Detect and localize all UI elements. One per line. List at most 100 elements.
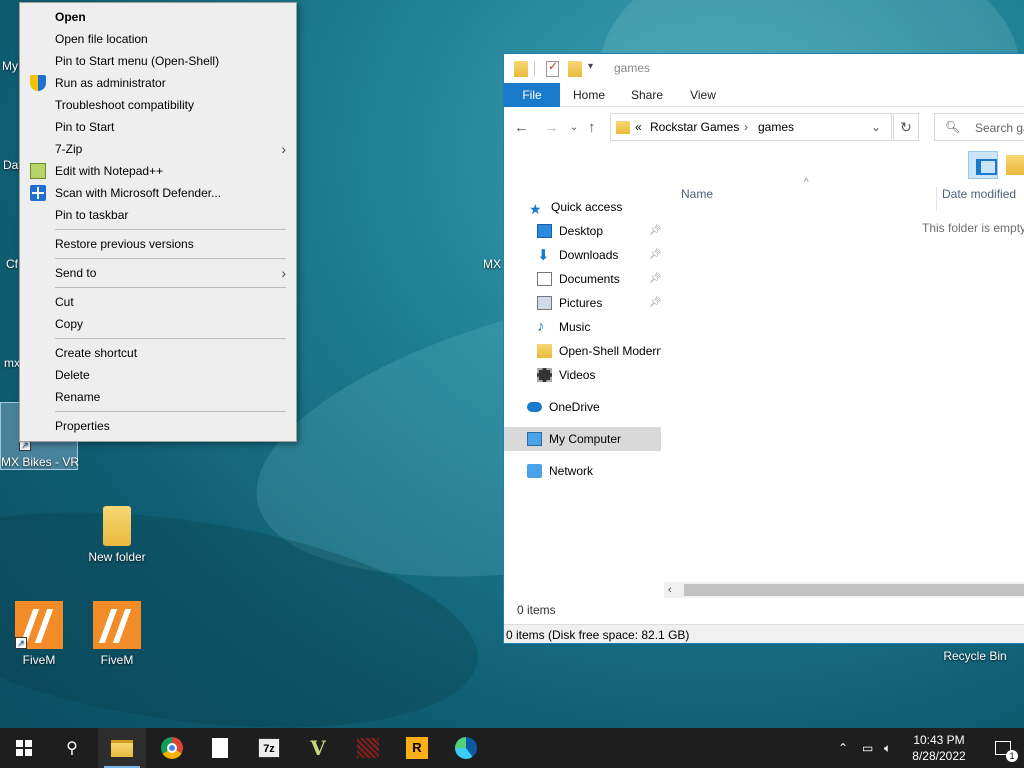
desktop-icon-new-folder[interactable]: New folder bbox=[78, 506, 156, 564]
nav-my-computer[interactable]: My Computer bbox=[527, 427, 657, 451]
menu-item-open[interactable]: Open bbox=[20, 6, 296, 28]
horizontal-scrollbar[interactable]: ‹ bbox=[664, 582, 1024, 598]
details-pane-button[interactable] bbox=[1006, 155, 1024, 175]
menu-item-properties[interactable]: Properties bbox=[20, 415, 296, 437]
nav-label: Pictures bbox=[559, 296, 603, 310]
tab-home[interactable]: Home bbox=[564, 83, 614, 107]
menu-item-delete[interactable]: Delete bbox=[20, 364, 296, 386]
column-divider[interactable] bbox=[936, 187, 937, 211]
refresh-button[interactable]: ↻ bbox=[893, 113, 919, 141]
taskbar-edge[interactable] bbox=[442, 728, 490, 768]
nav-downloads[interactable]: ⬇ Downloads 📌︎ bbox=[537, 243, 662, 267]
seven-zip-icon: 7z bbox=[258, 738, 280, 758]
preview-pane-button[interactable] bbox=[968, 151, 998, 179]
column-header-name[interactable]: Name bbox=[681, 187, 713, 201]
address-bar[interactable]: « Rockstar Games › games ⌄ bbox=[610, 113, 892, 141]
recent-locations-chevron-icon[interactable]: ⌄ bbox=[570, 122, 578, 133]
scroll-left-icon[interactable]: ‹ bbox=[668, 582, 672, 598]
edge-icon bbox=[455, 737, 477, 759]
clock[interactable]: 10:43 PM 8/28/2022 bbox=[900, 732, 978, 764]
menu-item-7zip[interactable]: 7-Zip › bbox=[20, 138, 296, 160]
breadcrumb-rockstar-games[interactable]: Rockstar Games bbox=[650, 120, 739, 134]
nav-label: Open-Shell Modern bbox=[559, 344, 661, 358]
menu-item-pin-start-open-shell[interactable]: Pin to Start menu (Open-Shell) bbox=[20, 50, 296, 72]
address-dropdown-chevron-icon[interactable]: ⌄ bbox=[871, 120, 881, 134]
star-icon: ★ bbox=[529, 201, 542, 217]
nav-desktop[interactable]: Desktop 📌︎ bbox=[537, 219, 662, 243]
nav-label: Documents bbox=[559, 272, 620, 286]
menu-item-send-to[interactable]: Send to › bbox=[20, 262, 296, 284]
gta-v-icon: V bbox=[310, 736, 326, 760]
menu-item-pin-to-taskbar[interactable]: Pin to taskbar bbox=[20, 204, 296, 226]
column-header-date-modified[interactable]: Date modified bbox=[942, 187, 1016, 201]
title-bar[interactable]: ▾ games bbox=[504, 54, 1024, 83]
context-menu: Open Open file location Pin to Start men… bbox=[19, 2, 297, 442]
volume-tray-button[interactable]: 🔈︎ bbox=[884, 728, 891, 768]
menu-item-label: Open bbox=[55, 10, 86, 24]
back-arrow-icon[interactable]: ← bbox=[514, 119, 529, 136]
music-icon: ♪ bbox=[537, 318, 545, 335]
desktop-icon bbox=[537, 224, 552, 238]
search-input[interactable]: 🔍︎ Search ga bbox=[934, 113, 1024, 141]
clock-time: 10:43 PM bbox=[913, 733, 965, 747]
action-center-button[interactable]: 1 bbox=[982, 728, 1024, 768]
folder-icon bbox=[616, 121, 630, 134]
menu-item-run-as-admin[interactable]: Run as administrator bbox=[20, 72, 296, 94]
nav-quick-access[interactable]: ★ Quick access bbox=[529, 195, 659, 219]
file-explorer-icon bbox=[111, 739, 133, 757]
menu-item-rename[interactable]: Rename bbox=[20, 386, 296, 408]
menu-item-label: Pin to Start menu (Open-Shell) bbox=[55, 54, 220, 68]
menu-item-troubleshoot[interactable]: Troubleshoot compatibility bbox=[20, 94, 296, 116]
fivem-icon: ↗ bbox=[15, 601, 63, 649]
nav-open-shell-modern[interactable]: Open-Shell Modern bbox=[537, 339, 661, 363]
start-button[interactable] bbox=[0, 728, 48, 768]
desktop-icon-label: Recycle Bin bbox=[943, 649, 1007, 663]
taskbar-file-explorer[interactable] bbox=[98, 728, 146, 768]
taskbar-gta-v[interactable]: V bbox=[294, 728, 342, 768]
uac-shield-icon bbox=[30, 75, 46, 91]
nav-music[interactable]: ♪ Music bbox=[537, 315, 661, 339]
menu-item-edit-notepad[interactable]: Edit with Notepad++ bbox=[20, 160, 296, 182]
desktop-icon-label-partial: MX bbox=[483, 257, 501, 271]
tab-share[interactable]: Share bbox=[622, 83, 672, 107]
new-folder-quick-icon[interactable] bbox=[568, 61, 582, 77]
taskbar-rockstar-launcher[interactable]: R bbox=[393, 728, 441, 768]
customize-toolbar-icon[interactable]: ▾ bbox=[588, 61, 593, 77]
nav-videos[interactable]: Videos bbox=[537, 363, 661, 387]
taskbar-7zip[interactable]: 7z bbox=[245, 728, 293, 768]
show-hidden-icons-button[interactable]: ⌃ bbox=[838, 728, 848, 768]
nav-pictures[interactable]: Pictures 📌︎ bbox=[537, 291, 662, 315]
forward-arrow-icon[interactable]: → bbox=[544, 119, 559, 136]
menu-item-label: Open file location bbox=[55, 32, 148, 46]
nav-label: Music bbox=[559, 320, 591, 334]
nav-label: Videos bbox=[559, 368, 596, 382]
menu-item-cut[interactable]: Cut bbox=[20, 291, 296, 313]
nav-onedrive[interactable]: OneDrive bbox=[527, 395, 657, 419]
desktop-icon-fivem[interactable]: ↗ FiveM bbox=[0, 601, 78, 667]
nav-documents[interactable]: Documents 📌︎ bbox=[537, 267, 662, 291]
pin-icon: 📌︎ bbox=[649, 249, 662, 260]
search-button[interactable]: ⚲ bbox=[48, 728, 96, 768]
breadcrumb-games[interactable]: games bbox=[758, 120, 794, 134]
menu-item-copy[interactable]: Copy bbox=[20, 313, 296, 335]
tab-view[interactable]: View bbox=[678, 83, 728, 107]
up-arrow-icon[interactable]: ↑ bbox=[588, 119, 596, 136]
menu-item-pin-to-start[interactable]: Pin to Start bbox=[20, 116, 296, 138]
folder-icon bbox=[103, 506, 131, 546]
desktop-icon-fivem[interactable]: FiveM bbox=[78, 601, 156, 667]
notepad-plus-plus-icon bbox=[30, 163, 46, 179]
network-tray-button[interactable]: ▭ bbox=[862, 728, 873, 768]
menu-item-create-shortcut[interactable]: Create shortcut bbox=[20, 342, 296, 364]
menu-item-open-file-location[interactable]: Open file location bbox=[20, 28, 296, 50]
taskbar-chrome[interactable] bbox=[148, 728, 196, 768]
menu-item-restore-versions[interactable]: Restore previous versions bbox=[20, 233, 296, 255]
taskbar-notepad[interactable] bbox=[196, 728, 244, 768]
tab-file[interactable]: File bbox=[504, 83, 560, 107]
taskbar-game[interactable] bbox=[344, 728, 392, 768]
nav-network[interactable]: Network bbox=[527, 459, 657, 483]
scroll-thumb[interactable] bbox=[684, 584, 1024, 596]
file-list[interactable]: ^ Name Date modified This folder is empt… bbox=[664, 177, 1024, 587]
properties-quick-icon[interactable] bbox=[546, 59, 559, 77]
menu-item-scan-defender[interactable]: Scan with Microsoft Defender... bbox=[20, 182, 296, 204]
breadcrumb-overflow[interactable]: « bbox=[635, 120, 642, 134]
